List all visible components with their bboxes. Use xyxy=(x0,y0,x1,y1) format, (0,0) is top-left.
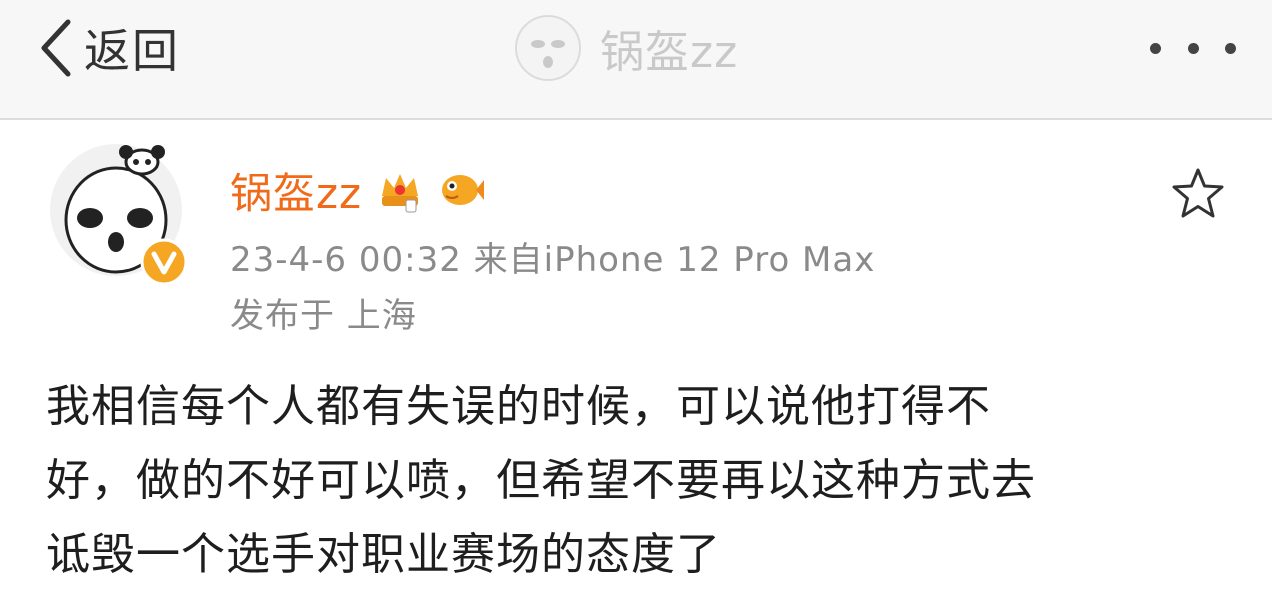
nav-title-group: 锅盔zz xyxy=(514,14,738,82)
back-button[interactable]: 返回 xyxy=(38,16,180,80)
fish-badge-icon[interactable] xyxy=(438,166,486,214)
post-body-line: 我相信每个人都有失误的时候，可以说他打得不 xyxy=(46,381,991,432)
nav-avatar-icon xyxy=(515,15,581,81)
chevron-left-icon xyxy=(41,19,71,77)
post-body-line: 好，做的不好可以喷，但希望不要再以这种方式去 xyxy=(46,455,1036,506)
more-options-button[interactable] xyxy=(1150,28,1236,68)
top-navigation-bar: 返回 锅盔zz xyxy=(0,0,1272,120)
weibo-post: 锅盔zz 23-4-6 00:32 来自iPhone 12 Pro Max 发布… xyxy=(0,120,1272,592)
post-timestamp-source: 23-4-6 00:32 来自iPhone 12 Pro Max xyxy=(230,240,876,280)
post-body-line: 诋毁一个选手对职业赛场的态度了 xyxy=(46,529,721,580)
more-dot xyxy=(1225,42,1236,54)
verified-v-badge-icon xyxy=(140,238,188,286)
more-dot xyxy=(1187,42,1199,54)
back-label: 返回 xyxy=(84,24,180,78)
avatar[interactable] xyxy=(44,120,194,286)
post-body-text: 我相信每个人都有失误的时候，可以说他打得不 好，做的不好可以喷，但希望不要再以这… xyxy=(46,370,1246,592)
username-row: 锅盔zz xyxy=(230,160,486,220)
more-dot xyxy=(1150,42,1161,54)
post-location: 发布于 上海 xyxy=(230,296,417,336)
nav-title: 锅盔zz xyxy=(600,27,739,78)
username[interactable]: 锅盔zz xyxy=(230,160,362,221)
crown-badge-icon[interactable] xyxy=(376,166,424,214)
star-icon[interactable] xyxy=(1168,164,1228,224)
